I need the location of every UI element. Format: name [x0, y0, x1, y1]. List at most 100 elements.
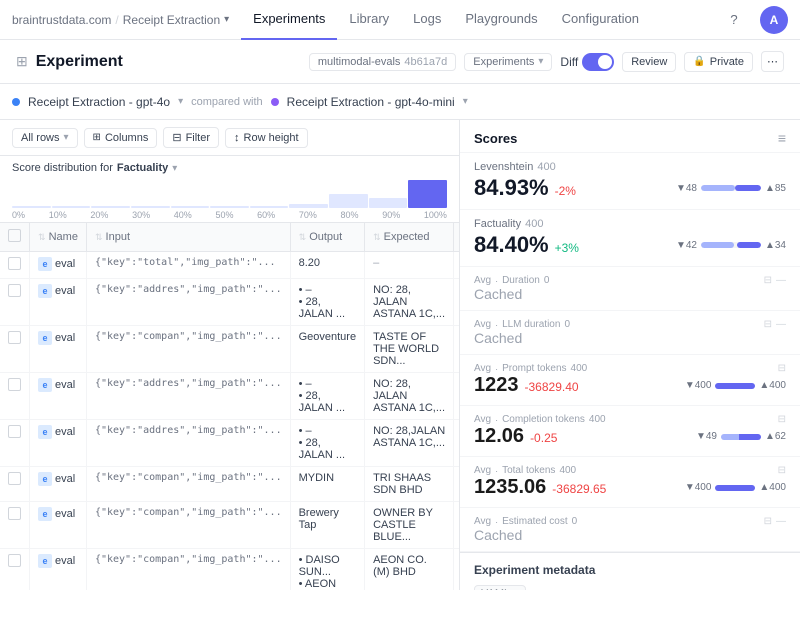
- experiments-tab-badge[interactable]: Experiments ▾: [464, 53, 552, 71]
- columns-button[interactable]: ⊞ Columns: [84, 128, 158, 148]
- row-name[interactable]: e eval: [30, 373, 87, 420]
- compared-with-label: compared with: [191, 96, 263, 108]
- row-check[interactable]: [0, 252, 30, 279]
- input-value: {"key":"total","img_path":"...: [95, 257, 282, 268]
- row-checkbox[interactable]: [8, 554, 21, 567]
- row-checkbox[interactable]: [8, 257, 21, 270]
- sub-header-right: multimodal-evals 4b61a7d Experiments ▾ D…: [309, 51, 784, 72]
- more-button[interactable]: ⋯: [761, 51, 784, 72]
- row-check[interactable]: [0, 326, 30, 373]
- row-checkbox[interactable]: [8, 472, 21, 485]
- col-header-output[interactable]: ⇅ Output: [290, 223, 364, 252]
- score-dist-label: Score distribution for Factuality ▾: [12, 162, 447, 174]
- row-check[interactable]: [0, 502, 30, 549]
- tab-configuration[interactable]: Configuration: [550, 0, 651, 40]
- avg-completion-tokens-row: Avg · Completion tokens 400 ⊟ 12.06 -0.2…: [460, 406, 800, 457]
- col-header-expected[interactable]: ⇅ Expected: [365, 223, 454, 252]
- filter-label: Filter: [186, 132, 210, 144]
- row-check[interactable]: [0, 467, 30, 502]
- row-output: • –• 28, JALAN ...: [290, 279, 364, 326]
- left-experiment[interactable]: Receipt Extraction - gpt-4o: [28, 95, 170, 109]
- row-checkbox[interactable]: [8, 378, 21, 391]
- eval-icon: e: [38, 472, 52, 486]
- breadcrumb-project[interactable]: Receipt Extraction: [123, 13, 220, 27]
- cost-filter-icon[interactable]: ⊟: [764, 516, 772, 527]
- avg-duration-dot: ·: [495, 276, 498, 286]
- row-output: MYDIN: [290, 467, 364, 502]
- input-value: {"key":"compan","img_path":"...: [95, 507, 282, 518]
- review-button[interactable]: Review: [622, 52, 676, 72]
- yaml-toggle-button[interactable]: YAML ▾: [474, 585, 526, 590]
- col-header-name[interactable]: ⇅ Name: [30, 223, 87, 252]
- llm-filter-icon[interactable]: ⊟: [764, 319, 772, 330]
- right-experiment[interactable]: Receipt Extraction - gpt-4o-mini: [287, 95, 455, 109]
- all-rows-button[interactable]: All rows ▾: [12, 128, 78, 148]
- row-name[interactable]: e eval: [30, 502, 87, 549]
- output-value: • –• 28, JALAN ...: [299, 425, 345, 461]
- row-name[interactable]: e eval: [30, 279, 87, 326]
- input-value: {"key":"addres","img_path":"...: [95, 284, 282, 295]
- levenshtein-bar-track: [701, 185, 761, 191]
- hist-label-8: 80%: [341, 210, 359, 220]
- select-all-checkbox[interactable]: [8, 229, 21, 242]
- avg-duration-avg: Avg: [474, 275, 491, 286]
- avg-total-count: 400: [559, 465, 576, 476]
- eval-icon: e: [38, 378, 52, 392]
- prompt-filter-icon[interactable]: ⊟: [778, 363, 786, 374]
- total-filter-icon[interactable]: ⊟: [778, 465, 786, 476]
- row-name[interactable]: e eval: [30, 326, 87, 373]
- row-height-button[interactable]: ↕ Row height: [225, 128, 308, 148]
- row-name[interactable]: e eval: [30, 467, 87, 502]
- tab-library[interactable]: Library: [337, 0, 401, 40]
- row-checkbox[interactable]: [8, 425, 21, 438]
- filter-button[interactable]: ⊟ Filter: [163, 127, 219, 148]
- row-checkbox[interactable]: [8, 331, 21, 344]
- help-button[interactable]: ?: [720, 6, 748, 34]
- row-check[interactable]: [0, 549, 30, 591]
- completion-filter-icon[interactable]: ⊟: [778, 414, 786, 425]
- tab-experiments[interactable]: Experiments: [241, 0, 337, 40]
- row-checkbox[interactable]: [8, 507, 21, 520]
- levenshtein-bar-right: ▲85: [765, 183, 786, 194]
- yaml-chevron: ▾: [514, 589, 519, 591]
- row-checkbox[interactable]: [8, 284, 21, 297]
- completion-value-row: 12.06 -0.25 ▼49 ▲62: [474, 425, 786, 448]
- score-dist-metric[interactable]: Factuality: [117, 162, 168, 174]
- input-value: {"key":"compan","img_path":"...: [95, 331, 282, 342]
- score-distribution: Score distribution for Factuality ▾: [0, 156, 459, 223]
- private-button[interactable]: 🔒 Private: [684, 52, 753, 72]
- row-name[interactable]: e eval: [30, 549, 87, 591]
- experiment-badge[interactable]: multimodal-evals 4b61a7d: [309, 53, 456, 71]
- scores-filter-icon[interactable]: ≡: [778, 130, 786, 146]
- row-check[interactable]: [0, 373, 30, 420]
- tab-logs[interactable]: Logs: [401, 0, 453, 40]
- col-header-input[interactable]: ⇅ Input: [86, 223, 290, 252]
- avatar: A: [760, 6, 788, 34]
- row-expected: TASTE OF THE WORLD SDN...: [365, 326, 454, 373]
- row-name[interactable]: e eval: [30, 420, 87, 467]
- diff-toggle[interactable]: [582, 53, 614, 71]
- breadcrumb-site[interactable]: braintrustdata.com: [12, 13, 111, 27]
- avg-llm-avg: Avg: [474, 319, 491, 330]
- input-value: {"key":"addres","img_path":"...: [95, 378, 282, 389]
- row-check[interactable]: [0, 420, 30, 467]
- duration-dash: —: [776, 275, 786, 286]
- row-input: {"key":"addres","img_path":"...: [86, 420, 290, 467]
- hist-bar-0: [12, 206, 51, 208]
- prompt-value-row: 1223 -36829.40 ▼400 ▲400: [474, 374, 786, 397]
- input-value: {"key":"addres","img_path":"...: [95, 425, 282, 436]
- avg-duration-count: 0: [544, 275, 550, 286]
- llm-dash: —: [776, 319, 786, 330]
- output-sort-icon: ⇅: [299, 232, 307, 242]
- factuality-bar-right: ▲34: [765, 240, 786, 251]
- row-check[interactable]: [0, 279, 30, 326]
- row-input: {"key":"compan","img_path":"...: [86, 502, 290, 549]
- factuality-name: Factuality: [474, 218, 521, 230]
- factuality-bar-left: ▼42: [676, 240, 697, 251]
- row-name[interactable]: e eval: [30, 252, 87, 279]
- prompt-bars: ▼400 ▲400: [685, 380, 786, 391]
- breadcrumb: braintrustdata.com / Receipt Extraction …: [12, 13, 229, 27]
- hist-bar-3: [131, 206, 170, 208]
- duration-filter-icon[interactable]: ⊟: [764, 275, 772, 286]
- tab-playgrounds[interactable]: Playgrounds: [453, 0, 549, 40]
